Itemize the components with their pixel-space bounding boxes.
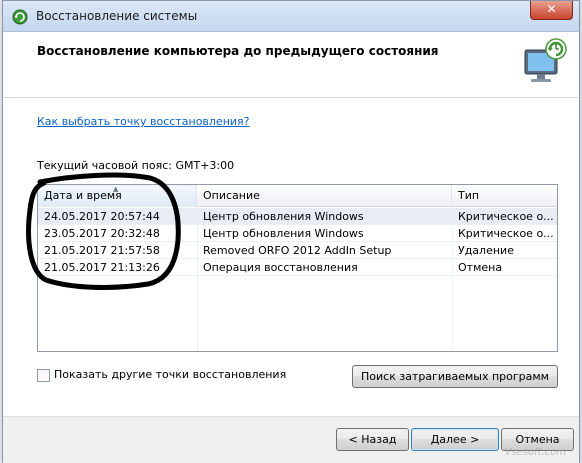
close-button[interactable]: ✕ (530, 1, 573, 20)
show-more-checkbox[interactable] (37, 369, 50, 382)
restore-points-list[interactable]: ▲ Дата и время Описание Тип 24.05.2017 2… (37, 184, 558, 352)
column-header-date[interactable]: ▲ Дата и время (38, 185, 197, 207)
back-button[interactable]: < Назад (336, 428, 409, 451)
column-header-description[interactable]: Описание (197, 185, 452, 207)
table-row[interactable]: 21.05.2017 21:13:26 Операция восстановле… (38, 259, 557, 276)
window-title: Восстановление системы (36, 9, 198, 23)
column-header-label: Тип (458, 189, 480, 202)
cell-description: Центр обновления Windows (203, 210, 364, 223)
wizard-header: Восстановление компьютера до предыдущего… (3, 32, 579, 98)
table-row[interactable]: 21.05.2017 21:57:58 Removed ORFO 2012 Ad… (38, 242, 557, 259)
cell-date: 23.05.2017 20:32:48 (44, 227, 160, 240)
help-link[interactable]: Как выбрать точку восстановления? (37, 115, 250, 128)
cell-date: 24.05.2017 20:57:44 (44, 210, 160, 223)
table-row[interactable]: 23.05.2017 20:32:48 Центр обновления Win… (38, 225, 557, 242)
cell-description: Центр обновления Windows (203, 227, 364, 240)
cell-type: Отмена (458, 261, 503, 274)
timezone-label: Текущий часовой пояс: GMT+3:00 (37, 159, 235, 172)
cell-type: Критическое о... (458, 227, 554, 240)
column-header-label: Дата и время (44, 189, 122, 202)
system-restore-dialog: Восстановление системы ✕ Восстановление … (2, 0, 580, 463)
column-header-type[interactable]: Тип (452, 185, 558, 207)
cell-type: Критическое о... (458, 210, 554, 223)
page-heading: Восстановление компьютера до предыдущего… (37, 44, 439, 58)
list-header: ▲ Дата и время Описание Тип (38, 185, 557, 207)
list-rows: 24.05.2017 20:57:44 Центр обновления Win… (38, 208, 557, 276)
column-header-label: Описание (203, 189, 260, 202)
cell-description: Операция восстановления (203, 261, 358, 274)
system-restore-icon (12, 9, 28, 25)
cell-type: Удаление (458, 244, 514, 257)
sort-arrow-icon: ▲ (113, 185, 119, 193)
cell-date: 21.05.2017 21:13:26 (44, 261, 160, 274)
show-more-label[interactable]: Показать другие точки восстановления (54, 368, 286, 381)
cell-description: Removed ORFO 2012 AddIn Setup (203, 244, 392, 257)
restore-computer-icon (524, 38, 567, 82)
wizard-footer: < Назад Далее > Отмена (3, 416, 579, 463)
title-bar[interactable]: Восстановление системы ✕ (3, 1, 579, 32)
wizard-content: Как выбрать точку восстановления? Текущи… (3, 99, 579, 416)
scan-affected-programs-button[interactable]: Поиск затрагиваемых программ (352, 365, 558, 388)
watermark: Vsesoft.com (504, 447, 566, 458)
next-button[interactable]: Далее > (411, 428, 499, 451)
table-row[interactable]: 24.05.2017 20:57:44 Центр обновления Win… (38, 208, 557, 225)
cell-date: 21.05.2017 21:57:58 (44, 244, 160, 257)
